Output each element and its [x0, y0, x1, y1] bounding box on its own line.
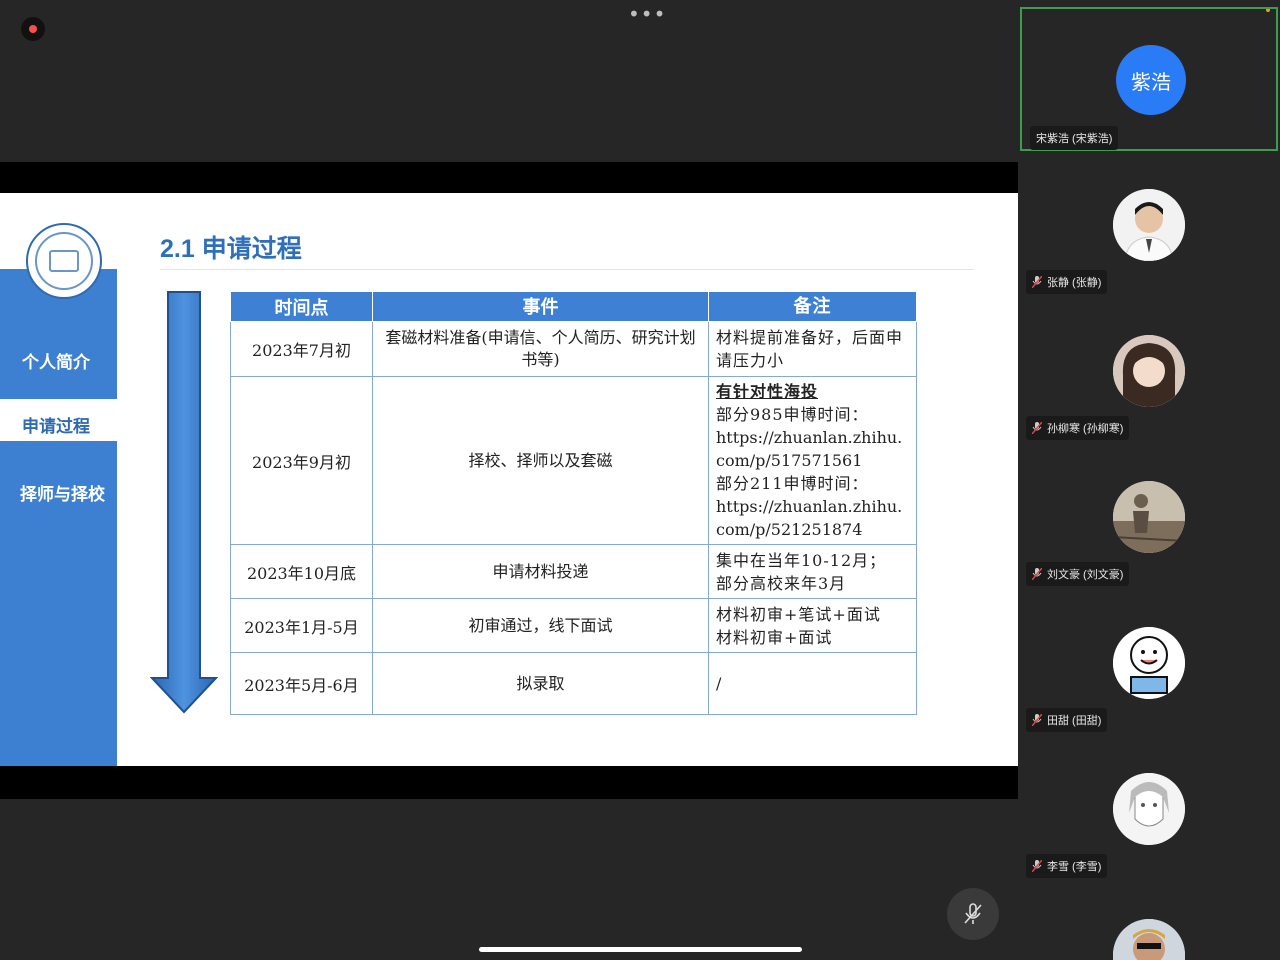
- slide-title: 2.1 申请过程: [160, 235, 302, 263]
- participant-name: 张静 (张静): [1047, 277, 1102, 289]
- slide-nav-intro: 个人简介: [22, 353, 90, 372]
- note-line: 集中在当年10-12月；: [716, 550, 887, 570]
- record-dot-icon: [29, 25, 37, 33]
- mic-off-icon: [964, 903, 982, 924]
- slide-nav-selection: 择师与择校: [20, 485, 105, 504]
- table-row: 2023年7月初 套磁材料准备(申请信、个人简历、研究计划书等) 材料提前准备好…: [230, 321, 917, 377]
- mic-off-icon: [1032, 276, 1042, 288]
- time-cell: 2023年1月-5月: [230, 598, 373, 653]
- cartoon-avatar-icon: [1113, 627, 1185, 699]
- participant-avatar[interactable]: [1113, 335, 1185, 407]
- landscape-photo-icon: [1113, 481, 1185, 553]
- note-cell: 集中在当年10-12月； 部分高校来年3月: [708, 544, 917, 599]
- participant-avatar[interactable]: [1113, 481, 1185, 553]
- participant-avatar[interactable]: [1113, 627, 1185, 699]
- event-cell: 申请材料投递: [372, 544, 709, 599]
- shared-slide: 个人简介 申请过程 择师与择校 2.1 申请过程 时间点 事件 备注 2023年…: [0, 193, 1018, 766]
- header-event: 事件: [372, 291, 709, 322]
- table-row: 2023年10月底 申请材料投递 集中在当年10-12月； 部分高校来年3月: [230, 544, 917, 599]
- participant-name: 刘文豪 (刘文豪): [1047, 569, 1124, 581]
- time-cell: 2023年9月初: [230, 376, 373, 545]
- timeline-arrow-icon: [150, 291, 218, 714]
- note-line: 部分高校来年3月: [716, 573, 847, 593]
- event-cell: 择校、择师以及套磁: [372, 376, 709, 545]
- time-cell: 2023年7月初: [230, 321, 373, 377]
- note-cell: 材料提前准备好，后面申请压力小: [708, 321, 917, 377]
- event-cell: 初审通过，线下面试: [372, 598, 709, 653]
- mic-off-icon: [1032, 568, 1042, 580]
- note-cell: 材料初审+笔试+面试 材料初审+面试: [708, 598, 917, 653]
- participant-name-tag: 李雪 (李雪): [1026, 854, 1108, 878]
- participant-name-tag: 田甜 (田甜): [1026, 708, 1108, 732]
- table-row: 2023年5月-6月 拟录取 /: [230, 652, 917, 715]
- sketch-avatar-icon: [1113, 773, 1185, 845]
- note-link: https://zhuanlan.zhihu.com/p/521251874: [716, 497, 903, 539]
- note-line: 部分211申博时间：: [716, 474, 869, 493]
- mic-off-icon: [1032, 860, 1042, 872]
- person-photo-icon: [1113, 189, 1185, 261]
- participant-avatar[interactable]: [1113, 773, 1185, 845]
- header-note: 备注: [708, 291, 917, 322]
- home-indicator[interactable]: [479, 947, 802, 952]
- participant-name: 孙柳寒 (孙柳寒): [1047, 423, 1124, 435]
- event-cell: 拟录取: [372, 652, 709, 715]
- mic-off-icon: [1032, 422, 1042, 434]
- table-row: 2023年9月初 择校、择师以及套磁 有针对性海投 部分985申博时间： htt…: [230, 376, 917, 545]
- person-photo-icon: [1113, 335, 1185, 407]
- participant-name: 李雪 (李雪): [1047, 861, 1102, 873]
- table-row: 2023年1月-5月 初审通过，线下面试 材料初审+笔试+面试 材料初审+面试: [230, 598, 917, 653]
- process-table: 时间点 事件 备注 2023年7月初 套磁材料准备(申请信、个人简历、研究计划书…: [230, 291, 917, 715]
- participant-name-tag: 刘文豪 (刘文豪): [1026, 562, 1130, 586]
- event-cell: 套磁材料准备(申请信、个人简历、研究计划书等): [372, 321, 709, 377]
- speaker-avatar: 紫浩: [1116, 45, 1186, 115]
- participant-avatar[interactable]: [1113, 189, 1185, 261]
- note-line: 材料初审+面试: [716, 627, 833, 647]
- note-line: 材料初审+笔试+面试: [716, 604, 881, 624]
- person-photo-icon: [1113, 919, 1185, 960]
- mute-toggle-button[interactable]: [947, 888, 999, 940]
- note-cell: /: [708, 652, 917, 715]
- note-cell: 有针对性海投 部分985申博时间： https://zhuanlan.zhihu…: [708, 376, 917, 545]
- speaker-name: 宋紫浩 (宋紫浩): [1030, 126, 1119, 150]
- time-cell: 2023年10月底: [230, 544, 373, 599]
- slide-nav-process: 申请过程: [22, 417, 90, 436]
- header-time: 时间点: [230, 291, 373, 322]
- participant-name-tag: 孙柳寒 (孙柳寒): [1026, 416, 1130, 440]
- title-divider: [160, 269, 974, 270]
- participant-name: 田甜 (田甜): [1047, 715, 1102, 727]
- participant-name-tag: 张静 (张静): [1026, 270, 1108, 294]
- recording-indicator[interactable]: [21, 17, 45, 41]
- note-heading: 有针对性海投: [716, 382, 819, 401]
- note-line: 部分985申博时间：: [716, 405, 869, 424]
- active-speaker-tile[interactable]: 紫浩 宋紫浩 (宋紫浩): [1020, 7, 1278, 151]
- time-cell: 2023年5月-6月: [230, 652, 373, 715]
- more-options-icon[interactable]: •••: [628, 2, 666, 26]
- university-logo: [26, 223, 102, 299]
- mic-off-icon: [1032, 714, 1042, 726]
- participant-avatar[interactable]: [1113, 919, 1185, 960]
- note-link: https://zhuanlan.zhihu.com/p/517571561: [716, 428, 903, 470]
